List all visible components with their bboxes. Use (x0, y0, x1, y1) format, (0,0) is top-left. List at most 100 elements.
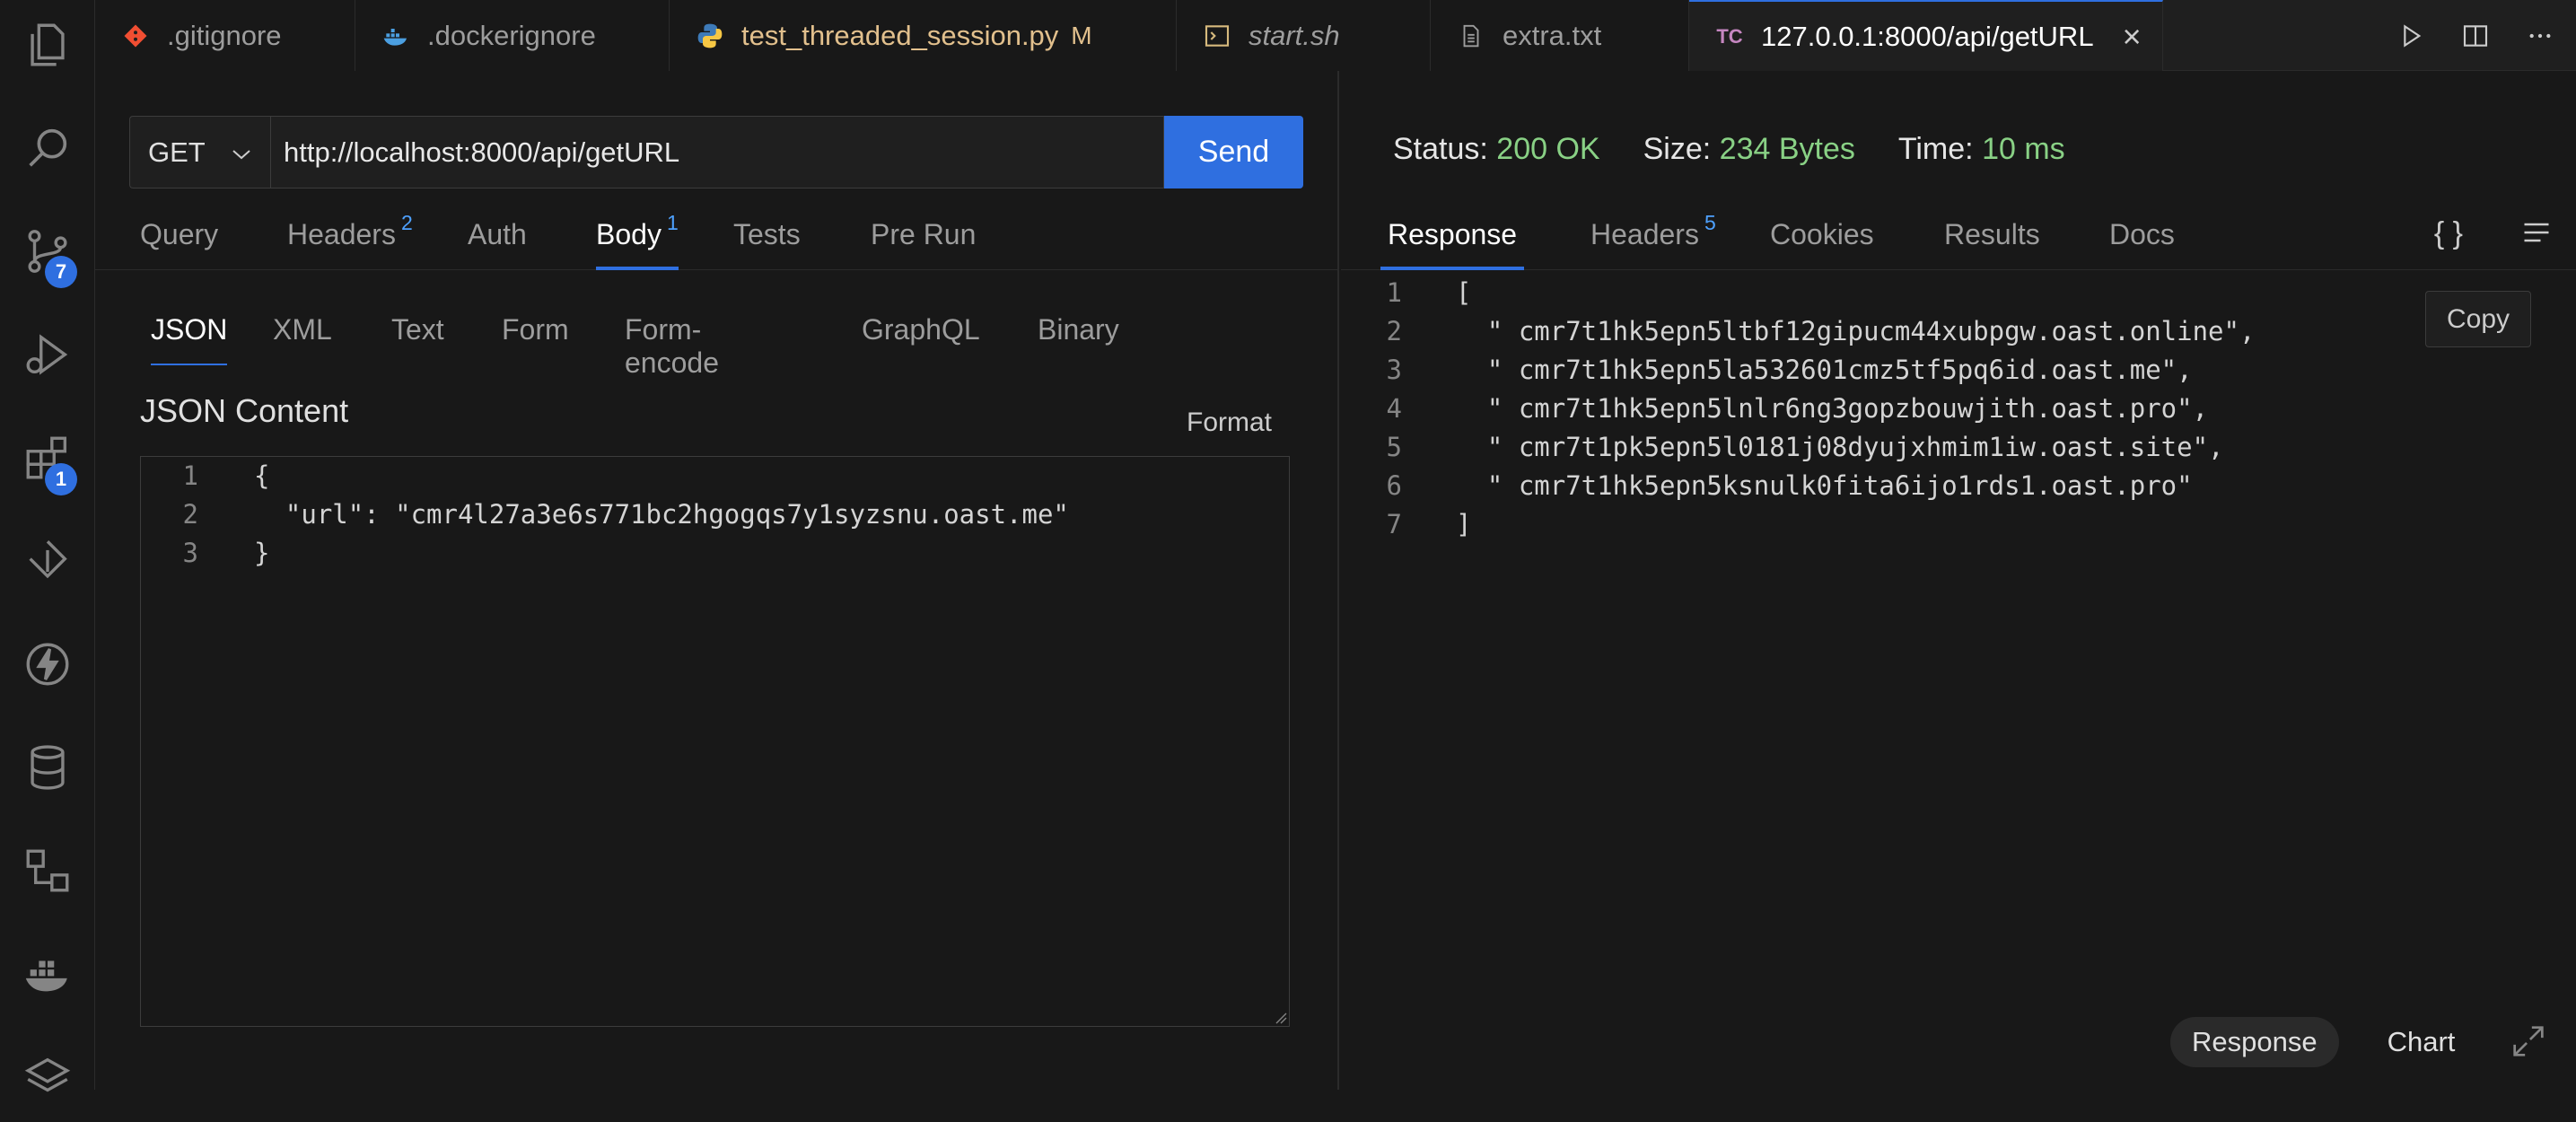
layers-icon[interactable] (0, 1032, 95, 1122)
tab-label: Cookies (1770, 218, 1874, 250)
code-text: [ (1456, 277, 1472, 308)
git-icon (120, 21, 151, 51)
url-bar: GET Send (129, 116, 1303, 188)
extensions-icon[interactable]: 1 (0, 413, 95, 503)
send-button[interactable]: Send (1164, 116, 1303, 188)
tab-gitignore[interactable]: .gitignore (95, 0, 355, 71)
line-number: 2 (1386, 316, 1402, 346)
source-control-icon[interactable]: 7 (0, 206, 95, 296)
headers-count: 2 (400, 211, 413, 234)
tab-thunder-client-request[interactable]: TC 127.0.0.1:8000/api/getURL × (1689, 0, 2163, 71)
status-label: Status: (1393, 132, 1488, 166)
tab-dockerignore[interactable]: .dockerignore (355, 0, 670, 71)
tab-start-sh[interactable]: start.sh (1177, 0, 1431, 71)
tab-label: Body (596, 218, 662, 250)
url-input[interactable] (270, 116, 1164, 188)
editor-actions (2396, 0, 2554, 71)
tab-label: Tests (733, 218, 801, 250)
body-tab-graphql[interactable]: GraphQL (862, 313, 980, 365)
format-button[interactable]: Format (1187, 408, 1272, 438)
json-content-label: JSON Content (140, 392, 349, 429)
editor-tab-bar: .gitignore .dockerignore test_threaded_s… (95, 0, 2576, 71)
remote-explorer-icon[interactable] (0, 516, 95, 606)
code-text: ] (1456, 509, 1472, 539)
view-chart-button[interactable]: Chart (2366, 1017, 2477, 1067)
copy-button[interactable]: Copy (2425, 291, 2531, 347)
more-actions-icon[interactable] (2526, 22, 2554, 50)
code-text: "url": "cmr4l27a3e6s771bc2hgogqs7y1syzsn… (254, 499, 1069, 530)
chevron-down-icon (231, 136, 252, 169)
run-debug-icon[interactable] (0, 310, 95, 399)
tab-query[interactable]: Query (140, 206, 218, 270)
body-tab-binary[interactable]: Binary (1038, 313, 1119, 365)
tab-label: Results (1944, 218, 2040, 250)
status-value: 200 OK (1496, 132, 1600, 166)
body-tab-form-encode[interactable]: Form-encode (625, 313, 719, 379)
close-icon[interactable]: × (2123, 18, 2142, 56)
split-editor-icon[interactable] (2461, 22, 2490, 50)
code-text: { (254, 460, 270, 491)
tab-label: Auth (468, 218, 527, 250)
response-view-toggle: Response Chart (2170, 1017, 2476, 1067)
tab-cookies[interactable]: Cookies (1770, 206, 1874, 270)
tab-label: Headers (1590, 218, 1699, 250)
tab-auth[interactable]: Auth (468, 206, 527, 270)
time-label: Time: (1897, 132, 1974, 166)
python-icon (695, 21, 725, 51)
code-text: } (254, 538, 270, 568)
tab-label: extra.txt (1503, 19, 1602, 51)
tab-response[interactable]: Response (1380, 206, 1525, 270)
code-text: " cmr7t1pk5epn5l0181j08dyujxhmim1iw.oast… (1456, 432, 2224, 462)
body-tab-text[interactable]: Text (391, 313, 444, 365)
response-toolbar: { } (2434, 216, 2553, 251)
tab-label: Response (1388, 218, 1518, 250)
tab-results[interactable]: Results (1944, 206, 2040, 270)
tab-response-headers[interactable]: Headers 5 (1590, 206, 1716, 270)
thunder-client-icon[interactable] (0, 619, 95, 709)
request-pane: GET Send Query Headers2 Auth Body1 Tests… (95, 71, 1339, 1090)
tab-tests[interactable]: Tests (733, 206, 801, 270)
code-text: " cmr7t1hk5epn5la532601cmz5tf5pq6id.oast… (1456, 355, 2193, 385)
resize-handle-icon[interactable] (1273, 1010, 1287, 1024)
tab-label: Pre Run (871, 218, 977, 250)
line-number: 1 (1386, 277, 1402, 308)
source-control-badge: 7 (45, 256, 77, 288)
thunder-client-icon: TC (1716, 24, 1743, 48)
body-tab-xml[interactable]: XML (273, 313, 332, 365)
hierarchy-icon[interactable] (0, 826, 95, 916)
code-text: " cmr7t1hk5epn5ksnulk0fita6ijo1rds1.oast… (1456, 470, 2193, 501)
code-text: " cmr7t1hk5epn5ltbf12gipucm44xubpgw.oast… (1456, 316, 2256, 346)
time-value: 10 ms (1982, 132, 2065, 166)
body-tab-form[interactable]: Form (502, 313, 569, 365)
modified-indicator: M (1071, 21, 1092, 49)
docker-icon (381, 21, 411, 51)
explorer-icon[interactable] (0, 0, 95, 90)
braces-icon[interactable]: { } (2434, 216, 2463, 251)
run-icon[interactable] (2396, 22, 2425, 50)
word-wrap-icon[interactable] (2520, 216, 2553, 249)
json-body-editor[interactable]: 1 { 2 "url": "cmr4l27a3e6s771bc2hgogqs7y… (140, 456, 1290, 1027)
line-number: 4 (1386, 393, 1402, 424)
search-icon[interactable] (0, 103, 95, 193)
method-value: GET (148, 136, 206, 168)
line-number: 2 (182, 499, 198, 530)
response-pane: Status: 200 OK Size: 234 Bytes Time: 10 … (1341, 71, 2576, 1090)
line-number: 6 (1386, 470, 1402, 501)
view-response-button[interactable]: Response (2170, 1017, 2339, 1067)
tab-docs[interactable]: Docs (2109, 206, 2175, 270)
tab-body[interactable]: Body 1 (596, 206, 679, 270)
body-count: 1 (666, 211, 679, 234)
docker-icon[interactable] (0, 929, 95, 1019)
database-icon[interactable] (0, 723, 95, 812)
tab-test-threaded-session[interactable]: test_threaded_session.py M (670, 0, 1177, 71)
tab-pre-run[interactable]: Pre Run (871, 206, 976, 270)
expand-icon[interactable] (2508, 1021, 2549, 1062)
tab-label: Headers (287, 218, 396, 250)
method-select[interactable]: GET (129, 116, 270, 188)
tab-extra-txt[interactable]: extra.txt (1431, 0, 1689, 71)
request-tabs: Query Headers 2 Auth Body 1 Tests Pre Run (95, 206, 1339, 270)
body-tab-json[interactable]: JSON (151, 313, 228, 365)
line-number: 3 (182, 538, 198, 568)
line-number: 5 (1386, 432, 1402, 462)
tab-headers[interactable]: Headers 2 (287, 206, 413, 270)
